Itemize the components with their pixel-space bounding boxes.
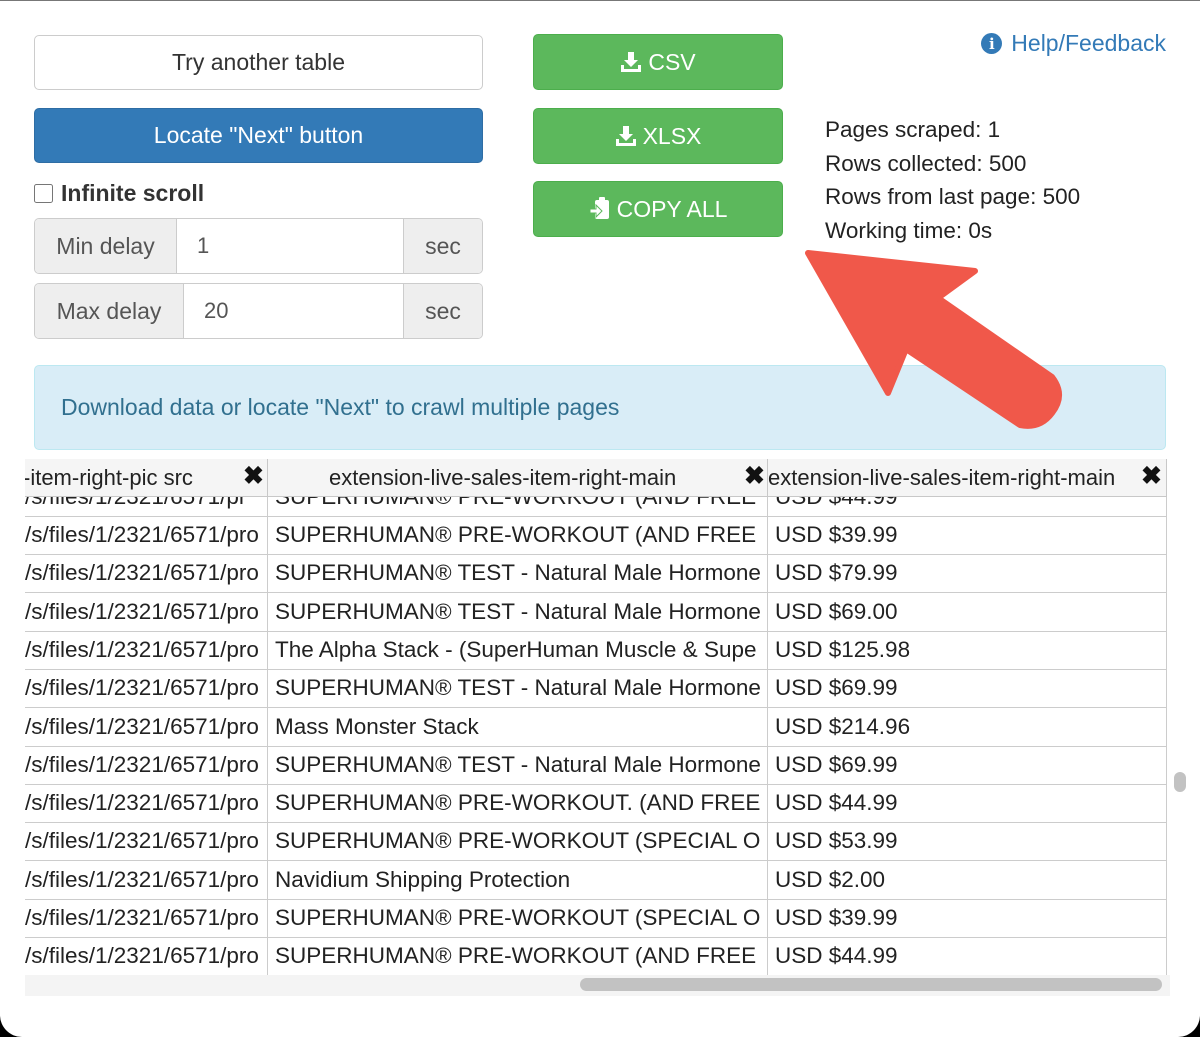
column-header: -item-right-pic src ✖ <box>25 459 268 497</box>
table-row: /s/files/1/2321/6571/pro SUPERHUMAN® TEST… <box>25 669 1167 709</box>
scraper-panel: Try another table Locate "Next" button I… <box>0 0 1200 1037</box>
xlsx-download-button[interactable]: XLSX <box>533 108 783 164</box>
rows-collected: Rows collected: 500 <box>825 150 1027 176</box>
data-table: -item-right-pic src ✖ extension-live-sal… <box>25 459 1170 996</box>
info-icon: i <box>981 33 1003 54</box>
copy-all-button[interactable]: COPY ALL <box>533 181 783 237</box>
clipboard-icon <box>589 197 609 219</box>
remove-column-icon[interactable]: ✖ <box>1141 461 1162 491</box>
table-cell: USD $214.96 <box>768 707 1167 746</box>
table-cell: SUPERHUMAN® TEST - Natural Male Hormone <box>268 554 768 593</box>
copy-all-label: COPY ALL <box>616 195 728 222</box>
table-row: /s/files/1/2321/6571/pro SUPERHUMAN® TEST… <box>25 554 1167 594</box>
table-cell: USD $69.00 <box>768 592 1167 631</box>
table-row: /s/files/1/2321/6571/pro SUPERHUMAN® TEST… <box>25 592 1167 632</box>
column-header-label: -item-right-pic src <box>25 465 193 490</box>
help-feedback-link[interactable]: i Help/Feedback <box>981 30 1166 57</box>
table-cell: /s/files/1/2321/6571/pro <box>25 630 268 669</box>
infinite-scroll-label: Infinite scroll <box>61 180 205 206</box>
table-cell: USD $79.99 <box>768 554 1167 593</box>
csv-label: CSV <box>648 48 696 75</box>
table-cell: SUPERHUMAN® PRE-WORKOUT (AND FREE <box>268 937 768 976</box>
working-time: Working time: 0s <box>825 217 993 243</box>
table-cell: USD $53.99 <box>768 822 1167 861</box>
max-delay-input[interactable] <box>184 284 403 338</box>
table-cell: /s/files/1/2321/6571/pro <box>25 822 268 861</box>
remove-column-icon[interactable]: ✖ <box>243 461 264 491</box>
table-cell: /s/files/1/2321/6571/pro <box>25 592 268 631</box>
scrape-stats: Pages scraped: 1 Rows collected: 500 Row… <box>825 113 1080 247</box>
max-delay-unit: sec <box>403 284 482 338</box>
table-cell: USD $69.99 <box>768 745 1167 784</box>
table-row: /s/files/1/2321/6571/pro SUPERHUMAN® PRE-… <box>25 899 1167 938</box>
table-cell: USD $125.98 <box>768 630 1167 669</box>
table-cell: SUPERHUMAN® PRE-WORKOUT. (AND FREE <box>268 784 768 823</box>
try-another-table-button[interactable]: Try another table <box>34 35 483 90</box>
table-cell: SUPERHUMAN® PRE-WORKOUT (SPECIAL O <box>268 899 768 937</box>
table-row: /s/files/1/2321/6571/pro The Alpha Stack … <box>25 630 1167 670</box>
pages-scraped: Pages scraped: 1 <box>825 117 1001 142</box>
table-cell: /s/files/1/2321/6571/pro <box>25 937 268 976</box>
table-row: /s/files/1/2321/6571/pro SUPERHUMAN® PRE-… <box>25 937 1167 977</box>
remove-column-icon[interactable]: ✖ <box>744 461 765 491</box>
max-delay-label: Max delay <box>35 284 184 338</box>
table-row: /s/files/1/2321/6571/pro SUPERHUMAN® PRE-… <box>25 516 1167 555</box>
xlsx-label: XLSX <box>642 122 702 149</box>
table-cell: Navidium Shipping Protection <box>268 860 768 899</box>
table-cell: SUPERHUMAN® TEST - Natural Male Hormone <box>268 745 768 784</box>
table-cell: USD $2.00 <box>768 860 1167 899</box>
infinite-scroll-option[interactable]: Infinite scroll <box>34 180 204 207</box>
download-icon <box>621 52 642 72</box>
table-cell: SUPERHUMAN® TEST - Natural Male Hormone <box>268 592 768 631</box>
table-cell: USD $44.99 <box>768 784 1167 823</box>
table-cell: Mass Monster Stack <box>268 707 768 746</box>
table-cell: /s/files/1/2321/6571/pro <box>25 707 268 746</box>
infinite-scroll-checkbox[interactable] <box>34 184 53 203</box>
table-cell: /s/files/1/2321/6571/pro <box>25 860 268 899</box>
table-cell: /s/files/1/2321/6571/pro <box>25 745 268 784</box>
info-alert-text: Download data or locate "Next" to crawl … <box>61 394 620 420</box>
table-row: /s/files/1/2321/6571/pro SUPERHUMAN® PRE-… <box>25 822 1167 862</box>
min-delay-input[interactable] <box>177 219 403 273</box>
min-delay-unit: sec <box>403 219 482 273</box>
csv-download-button[interactable]: CSV <box>533 34 783 90</box>
column-header-label: extension-live-sales-item-right-main <box>768 465 1116 490</box>
table-row: /s/files/1/2321/6571/pro Mass Monster Sta… <box>25 707 1167 747</box>
table-cell: SUPERHUMAN® PRE-WORKOUT (AND FREE <box>268 516 768 554</box>
locate-next-button[interactable]: Locate "Next" button <box>34 108 483 163</box>
column-header: extension-live-sales-item-right-main ✖ <box>768 459 1167 497</box>
table-cell: /s/files/1/2321/6571/pro <box>25 516 268 554</box>
table-cell: USD $44.99 <box>768 937 1167 976</box>
table-row: /s/files/1/2321/6571/pro SUPERHUMAN® TEST… <box>25 745 1167 785</box>
table-cell: /s/files/1/2321/6571/pro <box>25 669 268 708</box>
rows-last-page: Rows from last page: 500 <box>825 184 1081 209</box>
table-cell: SUPERHUMAN® PRE-WORKOUT (SPECIAL O <box>268 822 768 861</box>
horizontal-scroll-thumb[interactable] <box>580 978 1162 991</box>
table-cell: /s/files/1/2321/6571/pro <box>25 784 268 823</box>
download-icon <box>615 126 636 146</box>
table-cell: USD $39.99 <box>768 899 1167 937</box>
column-header-label: extension-live-sales-item-right-main <box>329 465 677 490</box>
info-alert: Download data or locate "Next" to crawl … <box>34 365 1166 450</box>
min-delay-group: Min delay sec <box>34 218 483 274</box>
vertical-scroll-thumb[interactable] <box>1174 772 1186 792</box>
column-header: extension-live-sales-item-right-main ✖ <box>268 459 768 497</box>
min-delay-label: Min delay <box>35 219 177 273</box>
table-row: /s/files/1/2321/6571/pro SUPERHUMAN® PRE-… <box>25 784 1167 824</box>
help-feedback-label: Help/Feedback <box>1011 30 1166 56</box>
table-cell: /s/files/1/2321/6571/pro <box>25 899 268 937</box>
max-delay-group: Max delay sec <box>34 283 483 339</box>
table-cell: USD $39.99 <box>768 516 1167 554</box>
table-cell: The Alpha Stack - (SuperHuman Muscle & S… <box>268 630 768 669</box>
table-cell: /s/files/1/2321/6571/pro <box>25 554 268 593</box>
table-row: /s/files/1/2321/6571/pro Navidium Shippin… <box>25 860 1167 900</box>
table-cell: USD $69.99 <box>768 669 1167 708</box>
table-cell: SUPERHUMAN® TEST - Natural Male Hormone <box>268 669 768 708</box>
